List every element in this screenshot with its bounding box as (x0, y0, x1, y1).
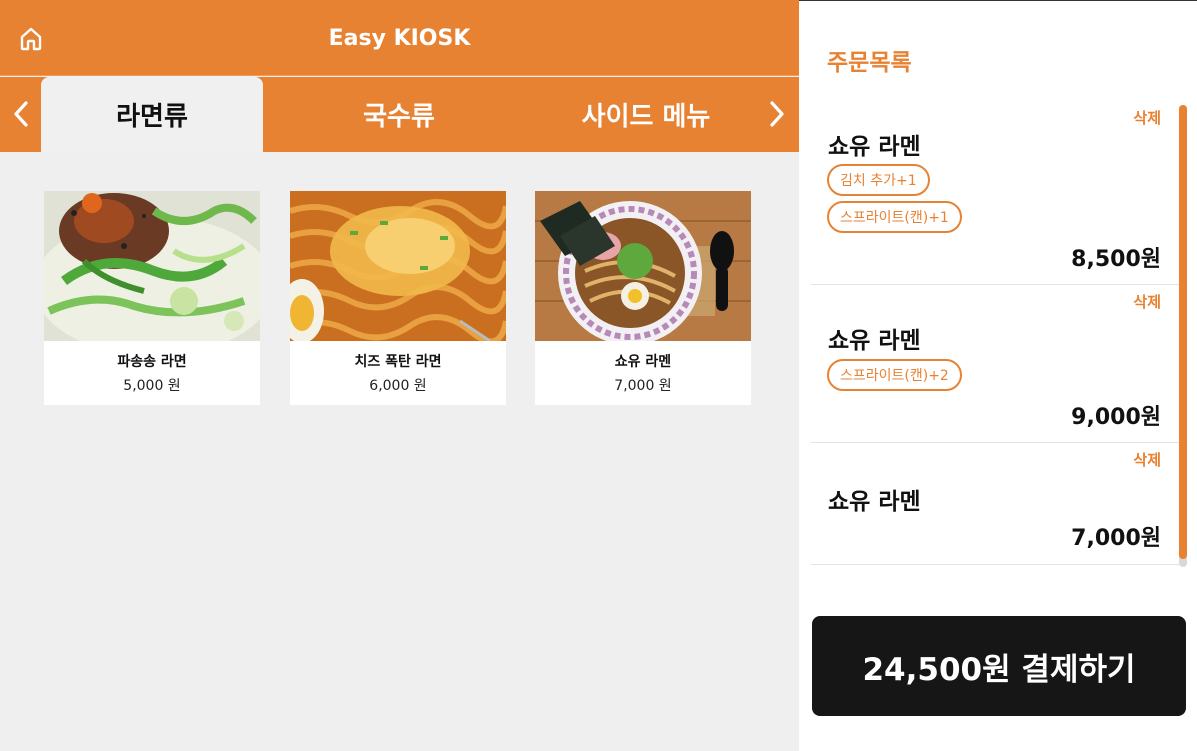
option-chip[interactable]: 김치 추가+1 (827, 164, 930, 196)
order-item-name: 쇼유 라멘 (828, 134, 921, 160)
shoyu-ramen-image (535, 191, 751, 341)
order-list-title: 주문목록 (827, 50, 912, 76)
menu-name: 파송송 라면 (117, 354, 187, 370)
spicy-ramen-image (44, 191, 260, 341)
menu-card[interactable]: 쇼유 라멘 7,000 원 (535, 191, 751, 405)
scrollbar-thumb[interactable] (1179, 105, 1187, 559)
pay-button[interactable]: 24,500원 결제하기 (812, 616, 1186, 716)
option-chip[interactable]: 스프라이트(캔)+1 (827, 201, 962, 233)
menu-price: 6,000 원 (369, 378, 427, 394)
delete-button[interactable]: 삭제 (1133, 107, 1161, 128)
category-tab-bar: 라면류 국수류 사이드 메뉴 (0, 77, 799, 152)
order-list: 삭제 쇼유 라멘 김치 추가+1 스프라이트(캔)+1 8,500원 삭제 쇼유… (811, 101, 1179, 567)
order-item-price: 7,000원 (1071, 526, 1161, 551)
order-item: 삭제 쇼유 라멘 7,000원 (811, 443, 1179, 565)
order-item: 삭제 쇼유 라멘 김치 추가+1 스프라이트(캔)+1 8,500원 (811, 101, 1179, 285)
order-item-price: 8,500원 (1071, 247, 1161, 272)
tab-ramen[interactable]: 라면류 (41, 77, 263, 152)
menu-card[interactable]: 치즈 폭탄 라면 6,000 원 (290, 191, 506, 405)
delete-button[interactable]: 삭제 (1133, 291, 1161, 312)
menu-name: 쇼유 라멘 (614, 354, 672, 370)
option-chip[interactable]: 스프라이트(캔)+2 (827, 359, 962, 391)
menu-price: 7,000 원 (614, 378, 672, 394)
menu-card[interactable]: 파송송 라면 5,000 원 (44, 191, 260, 405)
order-item-name: 쇼유 라멘 (828, 328, 921, 354)
chevron-right-icon[interactable] (764, 97, 790, 131)
tab-side-menu[interactable]: 사이드 메뉴 (535, 77, 757, 152)
top-bar: Easy KIOSK (0, 0, 799, 76)
order-list-scrollbar[interactable] (1179, 105, 1187, 567)
order-item: 삭제 쇼유 라멘 스프라이트(캔)+2 9,000원 (811, 285, 1179, 443)
menu-panel: Easy KIOSK 라면류 국수류 사이드 메뉴 파송송 라면 5,000 원… (0, 0, 799, 751)
order-item-name: 쇼유 라멘 (828, 489, 921, 515)
chevron-left-icon[interactable] (8, 97, 34, 131)
order-panel: 주문목록 삭제 쇼유 라멘 김치 추가+1 스프라이트(캔)+1 8,500원 … (799, 0, 1197, 751)
app-title: Easy KIOSK (328, 26, 471, 51)
kiosk-app: Easy KIOSK 라면류 국수류 사이드 메뉴 파송송 라면 5,000 원… (0, 0, 1197, 751)
cheese-ramen-image (290, 191, 506, 341)
menu-name: 치즈 폭탄 라면 (354, 354, 442, 370)
tab-noodles[interactable]: 국수류 (288, 77, 510, 152)
menu-price: 5,000 원 (123, 378, 181, 394)
delete-button[interactable]: 삭제 (1133, 449, 1161, 470)
order-item-price: 9,000원 (1071, 405, 1161, 430)
